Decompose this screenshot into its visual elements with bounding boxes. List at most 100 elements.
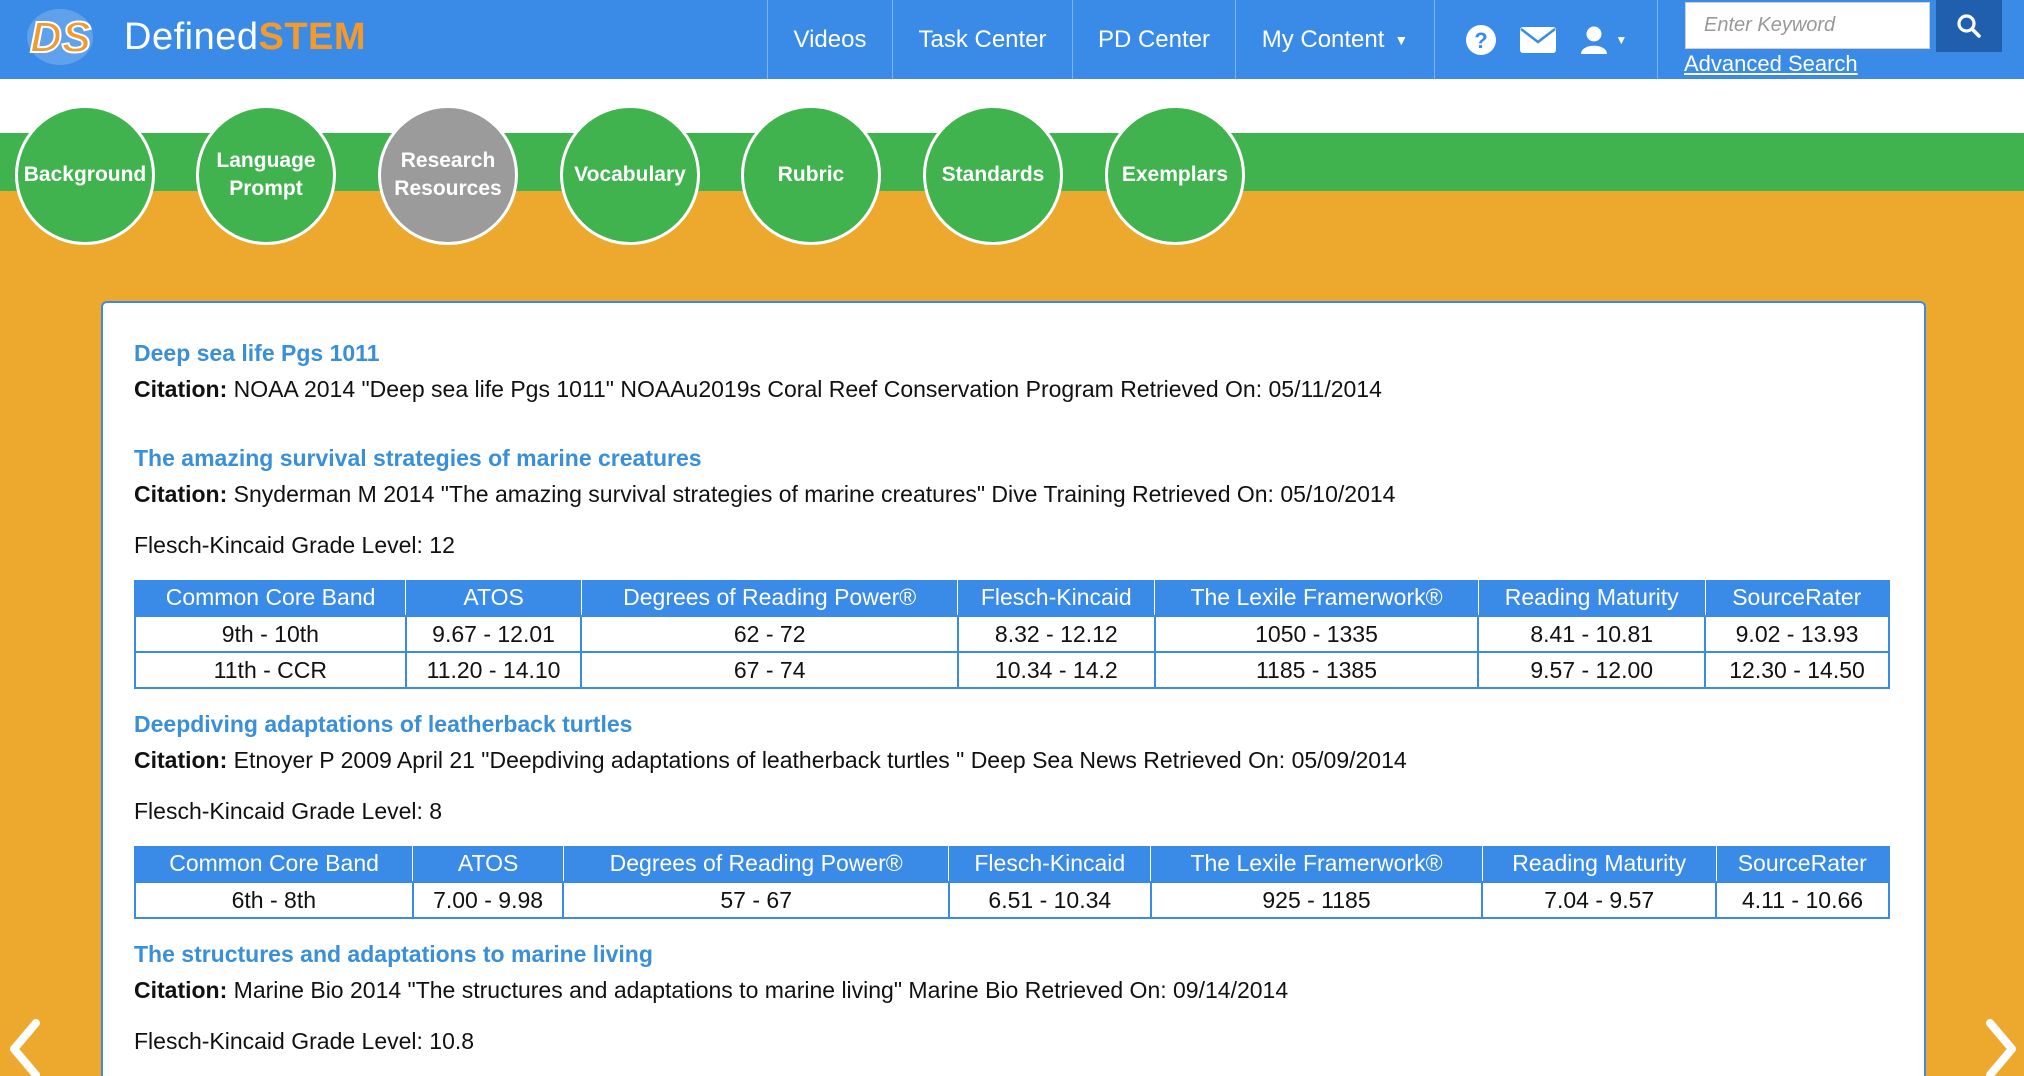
- search-icon: [1957, 14, 1981, 38]
- tab-research-resources-label: Research Resources: [394, 149, 502, 200]
- nav-videos[interactable]: Videos: [767, 0, 892, 79]
- search-button[interactable]: [1936, 0, 2002, 52]
- table-header-row: Common Core Band ATOS Degrees of Reading…: [134, 846, 1890, 882]
- citation-label: Citation:: [134, 481, 228, 507]
- col-sourcerater: SourceRater: [1704, 580, 1890, 616]
- tab-research-resources[interactable]: Research Resources: [378, 105, 518, 245]
- grade-level-3: Flesch-Kincaid Grade Level: 8: [134, 798, 443, 824]
- col-reading-maturity: Reading Maturity: [1477, 580, 1706, 616]
- col-common-core-band: Common Core Band: [134, 580, 406, 616]
- resource-citation-3: Citation: Etnoyer P 2009 April 21 "Deepd…: [134, 747, 1407, 774]
- advanced-search-link[interactable]: Advanced Search: [1684, 51, 1858, 77]
- logo-wordmark: DefinedSTEM: [124, 16, 366, 59]
- next-arrow[interactable]: [1982, 1015, 2022, 1076]
- caret-down-icon: ▼: [1394, 31, 1409, 48]
- mail-icon[interactable]: [1520, 26, 1557, 53]
- nav-pd-center[interactable]: PD Center: [1072, 0, 1235, 79]
- col-common-core-band: Common Core Band: [134, 846, 413, 882]
- tab-vocabulary[interactable]: Vocabulary: [560, 105, 700, 245]
- main-nav: Videos Task Center PD Center My Content ▼: [767, 0, 1434, 79]
- table-cell: 62 - 72: [580, 615, 959, 653]
- citation-text: Marine Bio 2014 "The structures and adap…: [233, 977, 1289, 1003]
- col-atos: ATOS: [405, 580, 582, 616]
- citation-label: Citation:: [134, 977, 228, 1003]
- table-cell: 6th - 8th: [134, 881, 414, 919]
- svg-text:?: ?: [1474, 28, 1487, 53]
- col-sourcerater: SourceRater: [1715, 846, 1890, 882]
- table-cell: 4.11 - 10.66: [1715, 881, 1890, 919]
- user-menu[interactable]: ▼: [1579, 25, 1627, 55]
- nav-my-content-label: My Content: [1261, 25, 1385, 53]
- help-icon[interactable]: ?: [1465, 24, 1497, 56]
- table-cell: 57 - 67: [562, 881, 950, 919]
- citation-text: Etnoyer P 2009 April 21 "Deepdiving adap…: [233, 747, 1407, 773]
- nav-videos-label: Videos: [793, 25, 867, 53]
- tab-background-label: Background: [23, 163, 147, 186]
- table-cell: 6.51 - 10.34: [947, 881, 1152, 919]
- col-reading-maturity: Reading Maturity: [1481, 846, 1717, 882]
- tab-exemplars[interactable]: Exemplars: [1105, 105, 1245, 245]
- nav-pd-center-label: PD Center: [1097, 25, 1211, 53]
- table-cell: 9.67 - 12.01: [404, 615, 583, 653]
- tab-language-prompt-label: Language Prompt: [216, 149, 316, 200]
- resource-title-4[interactable]: The structures and adaptations to marine…: [134, 941, 653, 968]
- chevron-right-icon: [1986, 1019, 2016, 1076]
- table-cell: 11th - CCR: [134, 651, 407, 689]
- table-cell: 10.34 - 14.2: [956, 651, 1156, 689]
- nav-my-content[interactable]: My Content ▼: [1235, 0, 1434, 79]
- table-header-row: Common Core Band ATOS Degrees of Reading…: [134, 580, 1890, 616]
- table-cell: 9.02 - 13.93: [1704, 615, 1890, 653]
- user-icon: [1581, 26, 1608, 54]
- utility-icons: ? ▼: [1434, 0, 1658, 79]
- table-cell: 7.00 - 9.98: [411, 881, 565, 919]
- nav-task-center[interactable]: Task Center: [892, 0, 1072, 79]
- col-drp: Degrees of Reading Power®: [562, 846, 949, 882]
- table-cell: 925 - 1185: [1149, 881, 1484, 919]
- col-drp: Degrees of Reading Power®: [580, 580, 958, 616]
- table-cell: 7.04 - 9.57: [1481, 881, 1718, 919]
- caret-down-icon: ▼: [1615, 32, 1628, 47]
- ds-logo-icon: DS: [24, 4, 96, 70]
- table-cell: 8.41 - 10.81: [1477, 615, 1707, 653]
- logo-mark-text: DS: [30, 13, 91, 62]
- tab-background[interactable]: Background: [15, 105, 155, 245]
- table-cell: 9.57 - 12.00: [1477, 651, 1707, 689]
- table-row: 11th - CCR 11.20 - 14.10 67 - 74 10.34 -…: [134, 651, 1890, 689]
- logo-word-defined: Defined: [124, 15, 259, 58]
- col-flesch-kincaid: Flesch-Kincaid: [957, 580, 1155, 616]
- logo-word-stem: STEM: [258, 15, 367, 58]
- search-input[interactable]: [1685, 2, 1930, 49]
- tab-language-prompt[interactable]: Language Prompt: [196, 105, 336, 245]
- table-cell: 8.32 - 12.12: [956, 615, 1156, 653]
- table-row: 6th - 8th 7.00 - 9.98 57 - 67 6.51 - 10.…: [134, 881, 1890, 919]
- site-logo[interactable]: DS DefinedSTEM: [24, 4, 366, 70]
- tab-standards-label: Standards: [941, 163, 1045, 186]
- tab-standards[interactable]: Standards: [923, 105, 1063, 245]
- reading-level-table-1: Common Core Band ATOS Degrees of Reading…: [134, 580, 1890, 689]
- citation-text: Snyderman M 2014 "The amazing survival s…: [233, 481, 1396, 507]
- top-navbar: DS DefinedSTEM Videos Task Center PD Cen…: [0, 0, 2024, 79]
- citation-label: Citation:: [134, 376, 228, 402]
- col-lexile: The Lexile Framerwork®: [1154, 580, 1479, 616]
- resource-title-1[interactable]: Deep sea life Pgs 1011: [134, 340, 380, 367]
- resource-citation-4: Citation: Marine Bio 2014 "The structure…: [134, 977, 1288, 1004]
- tab-rubric-label: Rubric: [777, 163, 845, 186]
- table-row: 9th - 10th 9.67 - 12.01 62 - 72 8.32 - 1…: [134, 615, 1890, 653]
- col-flesch-kincaid: Flesch-Kincaid: [948, 846, 1151, 882]
- table-cell: 11.20 - 14.10: [404, 651, 583, 689]
- prev-arrow[interactable]: [4, 1015, 44, 1076]
- resource-citation-1: Citation: NOAA 2014 "Deep sea life Pgs 1…: [134, 376, 1382, 403]
- resource-title-2[interactable]: The amazing survival strategies of marin…: [134, 445, 702, 472]
- resource-title-3[interactable]: Deepdiving adaptations of leatherback tu…: [134, 711, 632, 738]
- table-cell: 1050 - 1335: [1153, 615, 1480, 653]
- table-cell: 67 - 74: [580, 651, 959, 689]
- resource-citation-2: Citation: Snyderman M 2014 "The amazing …: [134, 481, 1395, 508]
- tab-exemplars-label: Exemplars: [1121, 163, 1229, 186]
- nav-task-center-label: Task Center: [918, 25, 1047, 53]
- citation-text: NOAA 2014 "Deep sea life Pgs 1011" NOAAu…: [233, 376, 1382, 402]
- reading-level-table-2: Common Core Band ATOS Degrees of Reading…: [134, 846, 1890, 919]
- tab-rubric[interactable]: Rubric: [741, 105, 881, 245]
- col-atos: ATOS: [412, 846, 564, 882]
- table-cell: 12.30 - 14.50: [1704, 651, 1890, 689]
- tab-vocabulary-label: Vocabulary: [574, 163, 686, 186]
